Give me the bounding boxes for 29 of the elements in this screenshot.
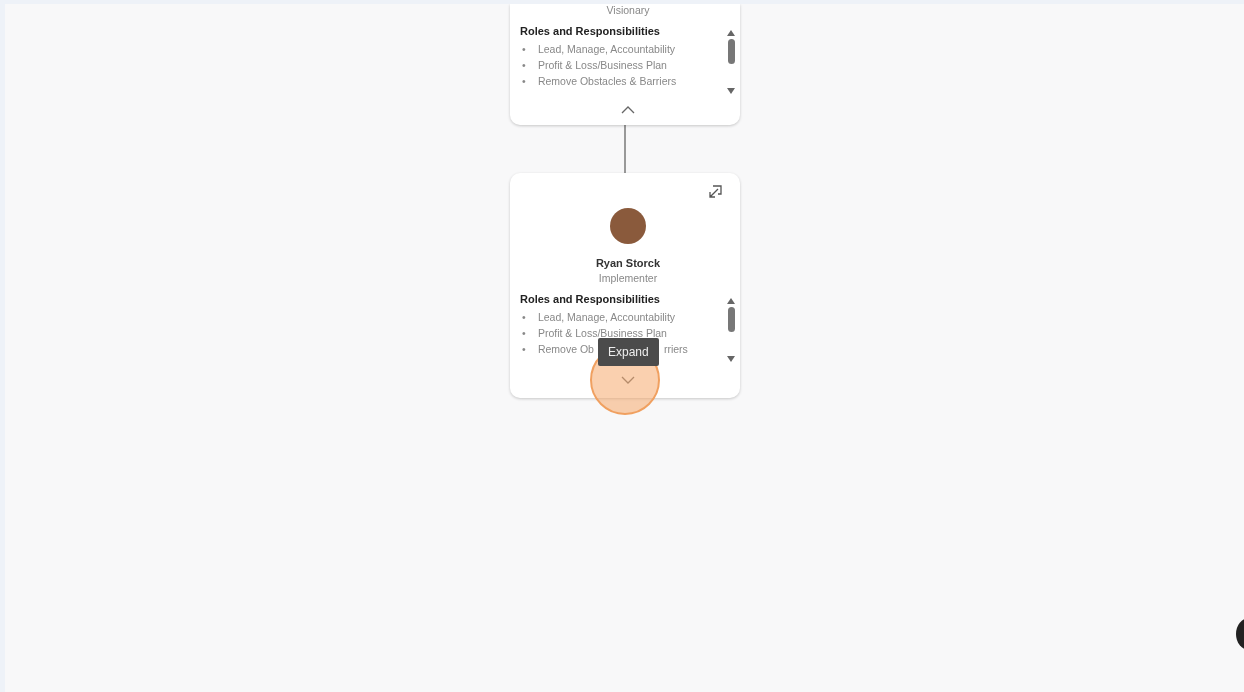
bullet: • [521,58,527,73]
bullet: • [521,74,527,89]
bullet: • [521,342,527,357]
responsibility-item: Profit & Loss/Business Plan [537,59,667,71]
scroll-up-icon[interactable] [727,298,735,304]
section-heading: Roles and Responsibilities [520,25,661,37]
person-name: Ryan Storck [595,257,661,269]
bullet: • [521,42,527,57]
responsibility-item: rriers [663,343,688,355]
scroll-down-icon[interactable] [727,356,735,362]
avatar [610,208,646,244]
bullet: • [521,310,527,325]
responsibility-item: Profit & Loss/Business Plan [537,327,667,339]
responsibility-item: Remove Ob [537,343,594,355]
bullet: • [521,326,527,341]
open-in-icon[interactable] [707,184,723,200]
responsibility-item: Lead, Manage, Accountability [537,43,676,55]
person-role: Visionary [606,4,650,16]
scrollbar[interactable] [726,298,736,362]
scrollbar[interactable] [726,30,736,94]
tooltip: Expand [598,338,659,366]
scroll-up-icon[interactable] [727,30,735,36]
person-role: Implementer [598,272,658,284]
scroll-down-icon[interactable] [727,88,735,94]
section-heading: Roles and Responsibilities [520,293,661,305]
responsibility-item: Lead, Manage, Accountability [537,311,676,323]
responsibility-item: Remove Obstacles & Barriers [537,75,677,87]
connector-line [624,125,626,173]
collapse-icon[interactable] [620,104,636,115]
